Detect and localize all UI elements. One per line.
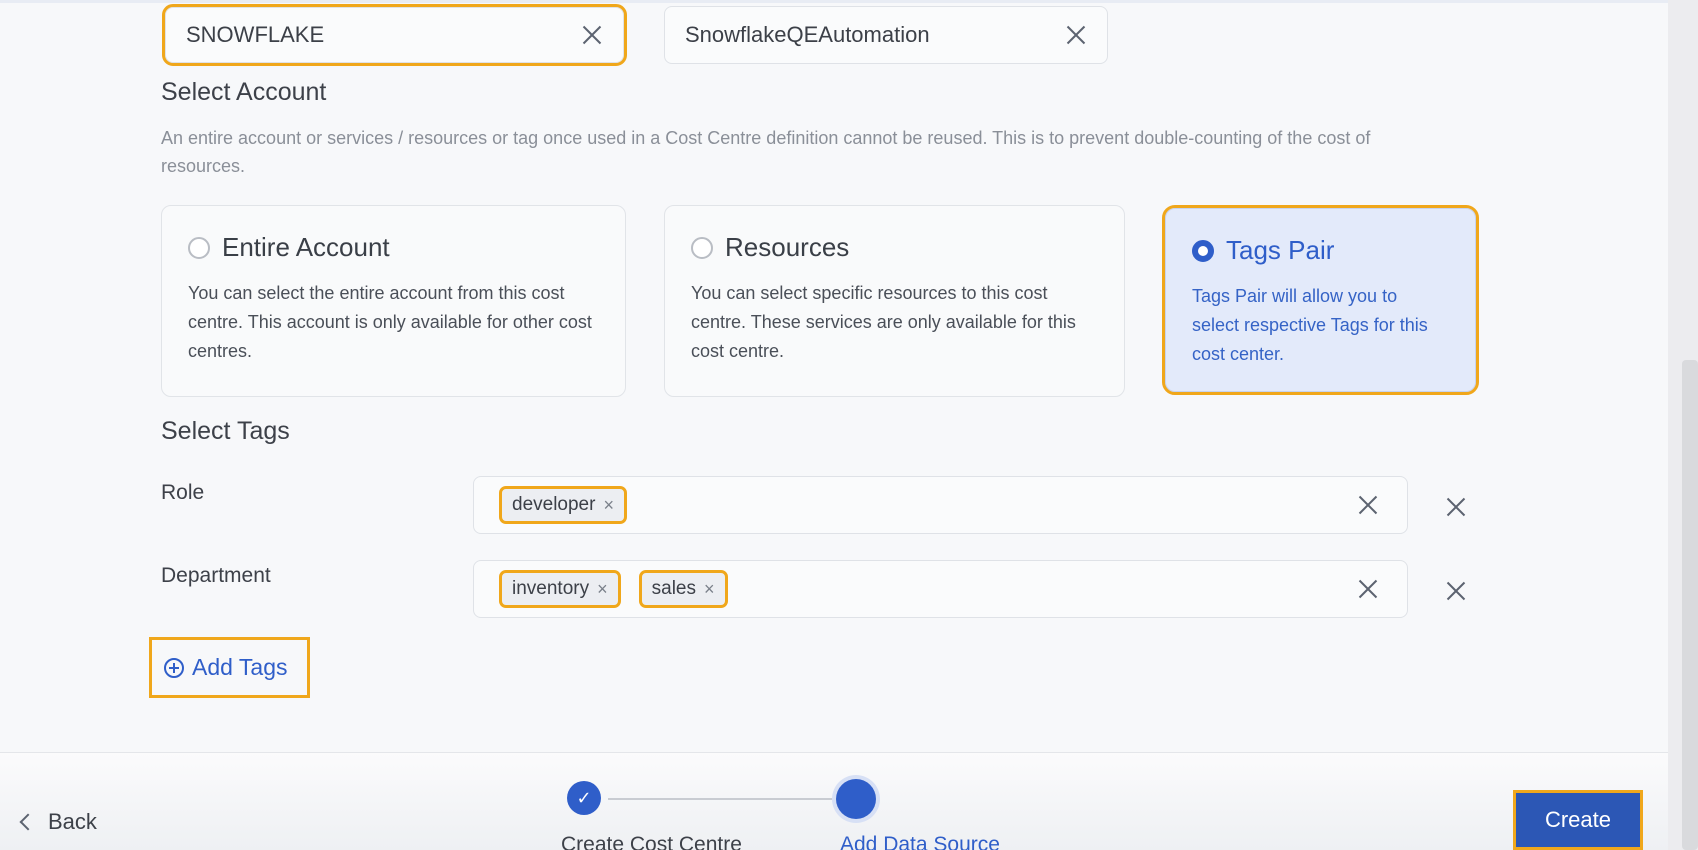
connection-type-field[interactable]: SNOWFLAKE <box>162 4 627 66</box>
select-tags-title: Select Tags <box>161 417 290 445</box>
remove-chip-icon[interactable]: × <box>603 495 614 516</box>
remove-chip-icon[interactable]: × <box>704 579 715 600</box>
tags-pair-title: Tags Pair <box>1226 235 1335 265</box>
tag-chip[interactable]: sales × <box>638 570 728 608</box>
scrollbar-thumb[interactable] <box>1682 360 1698 850</box>
create-button[interactable]: Create <box>1513 790 1643 850</box>
entire-account-title: Entire Account <box>222 232 390 262</box>
option-resources-card[interactable]: Resources You can select specific resour… <box>664 205 1125 397</box>
tags-pair-radio[interactable] <box>1192 239 1214 262</box>
clear-department-values-icon[interactable] <box>1357 578 1379 600</box>
step-completed-check-icon: ✓ <box>567 781 601 815</box>
remove-department-row-icon[interactable] <box>1445 580 1467 602</box>
step-current-dot <box>836 779 876 819</box>
add-tags-label: Add Tags <box>192 654 288 680</box>
connection-name-field[interactable]: SnowflakeQEAutomation <box>664 6 1108 64</box>
step-label-add-data-source: Add Data Source <box>840 833 1000 850</box>
add-tags-button[interactable]: Add Tags <box>149 637 310 698</box>
tag-chip[interactable]: inventory × <box>499 570 621 608</box>
footer-bar: Back ✓ Create Cost Centre Add Data Sourc… <box>0 752 1668 850</box>
select-account-description: An entire account or services / resource… <box>161 128 1371 176</box>
option-tags-pair-card[interactable]: Tags Pair Tags Pair will allow you to se… <box>1162 205 1479 395</box>
top-strip <box>0 0 1668 3</box>
department-values-field[interactable]: inventory × sales × <box>473 560 1408 618</box>
tag-key-department: Department <box>161 564 271 587</box>
connection-name-value: SnowflakeQEAutomation <box>685 22 930 47</box>
resources-radio[interactable] <box>691 236 713 259</box>
remove-chip-icon[interactable]: × <box>597 579 608 600</box>
tag-chip-label: sales <box>651 578 696 599</box>
remove-role-row-icon[interactable] <box>1445 496 1467 518</box>
chevron-left-icon <box>19 813 37 831</box>
resources-description: You can select specific resources to thi… <box>691 283 1076 361</box>
option-entire-account-card[interactable]: Entire Account You can select the entire… <box>161 205 626 397</box>
resources-title: Resources <box>725 232 850 262</box>
entire-account-description: You can select the entire account from t… <box>188 283 592 361</box>
connection-type-value: SNOWFLAKE <box>186 22 325 47</box>
tag-chip-label: inventory <box>512 578 590 599</box>
plus-circle-icon <box>164 657 184 678</box>
tag-chip[interactable]: developer × <box>499 486 627 524</box>
step-label-create-cost-centre: Create Cost Centre <box>561 833 742 850</box>
tags-pair-description: Tags Pair will allow you to select respe… <box>1192 286 1428 364</box>
back-button[interactable]: Back <box>19 809 97 835</box>
clear-connection-type-icon[interactable] <box>581 24 603 46</box>
tag-chip-label: developer <box>512 494 596 515</box>
back-label: Back <box>48 809 97 834</box>
page: SNOWFLAKE SnowflakeQEAutomation Select A… <box>0 0 1698 850</box>
entire-account-radio[interactable] <box>188 236 210 259</box>
stepper-connector <box>608 798 838 800</box>
tag-key-role: Role <box>161 481 205 504</box>
clear-role-values-icon[interactable] <box>1357 494 1379 516</box>
role-values-field[interactable]: developer × <box>473 476 1408 534</box>
clear-connection-name-icon[interactable] <box>1065 24 1087 46</box>
select-account-title: Select Account <box>161 78 327 106</box>
